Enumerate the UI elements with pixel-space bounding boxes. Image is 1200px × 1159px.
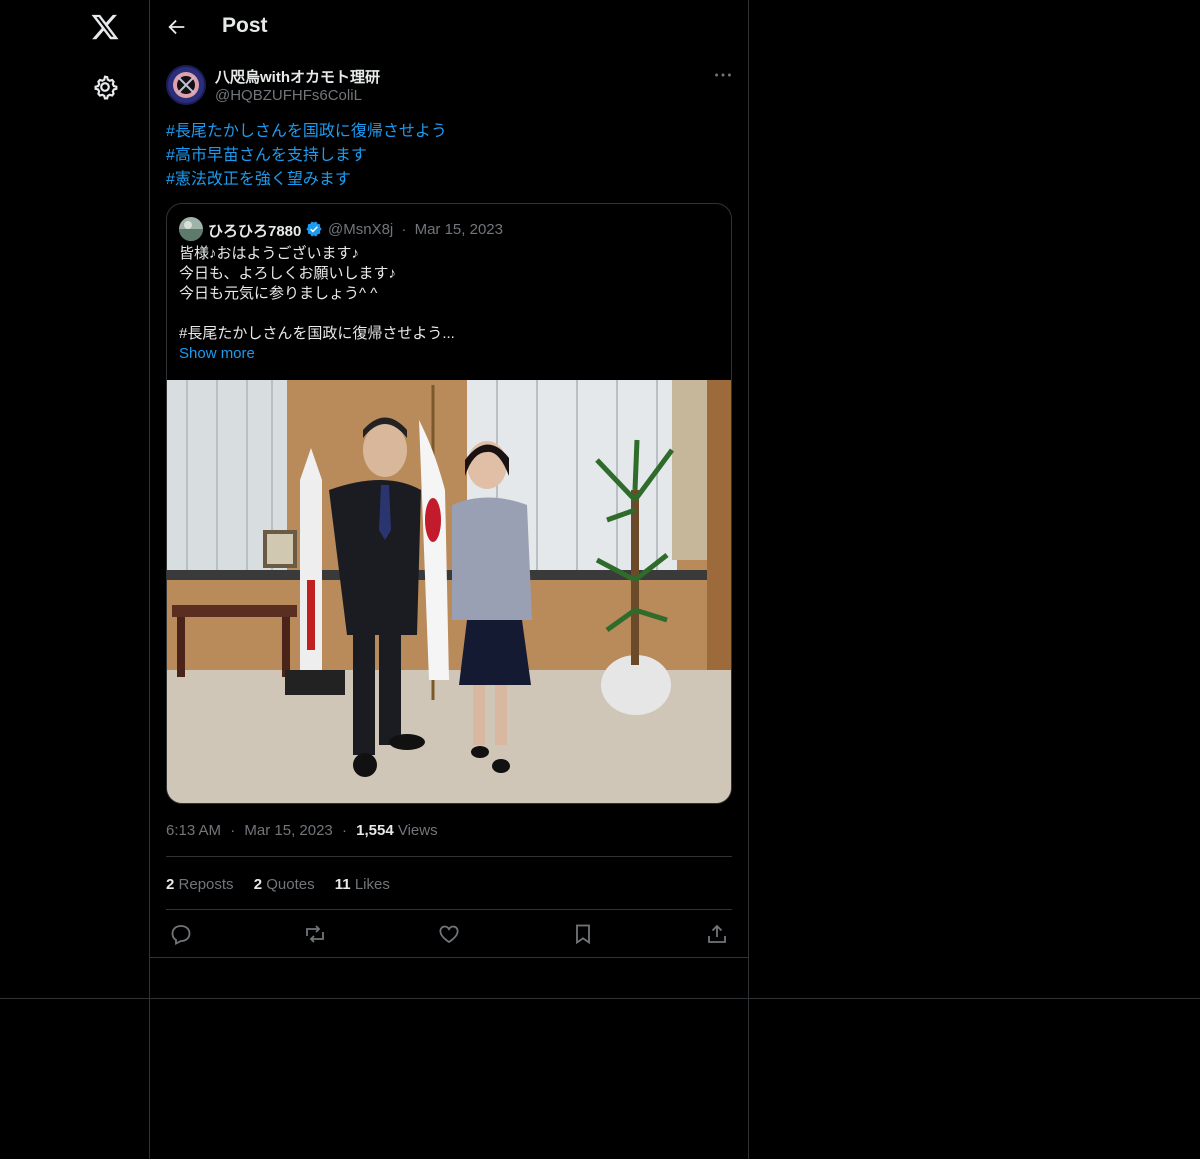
page-title: Post — [222, 14, 268, 37]
quoted-author-handle: @MsnX8j — [328, 221, 394, 238]
more-icon[interactable] — [712, 64, 734, 86]
post-stats: 2 Reposts 2 Quotes 11 Likes — [166, 876, 406, 893]
post-date[interactable]: Mar 15, 2023 — [244, 822, 332, 839]
verified-icon — [306, 221, 322, 237]
hashtag-link[interactable]: #高市早苗さんを支持します — [166, 144, 447, 168]
stats-divider — [166, 909, 732, 910]
likes-stat[interactable]: 11 Likes — [335, 876, 390, 893]
quoted-meta: @MsnX8j · Mar 15, 2023 — [328, 221, 503, 238]
avatar[interactable] — [166, 65, 206, 105]
quotes-stat[interactable]: 2 Quotes — [254, 876, 315, 893]
page-header: Post — [150, 0, 748, 54]
repost-icon[interactable] — [303, 922, 327, 946]
right-column-border — [748, 0, 749, 1159]
meta-separator: · — [230, 822, 236, 839]
back-arrow-icon[interactable] — [166, 16, 188, 38]
post-meta: 6:13 AM · Mar 15, 2023 · 1,554 Views — [166, 822, 438, 839]
author-handle[interactable]: @HQBZUFHFs6ColiL — [215, 87, 362, 104]
quoted-line: #長尾たかしさんを国政に復帰させよう... — [179, 325, 455, 342]
hashtag-link[interactable]: #憲法改正を強く望みます — [166, 168, 447, 192]
quoted-author-name: ひろひろ7880 — [208, 223, 302, 240]
quoted-line — [179, 304, 719, 324]
quoted-avatar — [179, 217, 203, 241]
page-divider — [0, 998, 1200, 999]
hashtag-link[interactable]: #長尾たかしさんを国政に復帰させよう — [166, 120, 447, 144]
author-name[interactable]: 八咫烏withオカモト理研 — [215, 66, 380, 87]
share-icon[interactable] — [705, 922, 729, 946]
meta-divider — [166, 856, 732, 857]
like-icon[interactable] — [437, 922, 461, 946]
reply-icon[interactable] — [169, 922, 193, 946]
left-column-border — [149, 0, 150, 1159]
post-time[interactable]: 6:13 AM — [166, 822, 221, 839]
show-more-link[interactable]: Show more — [179, 345, 255, 362]
quoted-post[interactable]: ひろひろ7880 @MsnX8j · Mar 15, 2023 皆様♪おはようご… — [166, 203, 732, 804]
gear-icon[interactable] — [92, 74, 118, 100]
quoted-line: 今日も、よろしくお願いします♪ — [179, 265, 397, 282]
quoted-line: 今日も元気に参りましょう^ ^ — [179, 285, 378, 302]
quoted-photo[interactable] — [167, 380, 731, 803]
quoted-text: 皆様♪おはようございます♪ 今日も、よろしくお願いします♪ 今日も元気に参りまし… — [179, 244, 719, 344]
meta-separator: · — [341, 822, 347, 839]
x-logo-icon[interactable] — [90, 12, 120, 42]
post-bottom-divider — [150, 957, 748, 958]
views-label: Views — [397, 822, 438, 839]
meta-separator: · — [401, 221, 407, 238]
quoted-line: 皆様♪おはようございます♪ — [179, 245, 360, 262]
reposts-stat[interactable]: 2 Reposts — [166, 876, 234, 893]
post-text: #長尾たかしさんを国政に復帰させよう #高市早苗さんを支持します #憲法改正を強… — [166, 120, 447, 192]
views-count: 1,554 — [356, 822, 394, 839]
bookmark-icon[interactable] — [571, 922, 595, 946]
quoted-date: Mar 15, 2023 — [414, 221, 503, 238]
